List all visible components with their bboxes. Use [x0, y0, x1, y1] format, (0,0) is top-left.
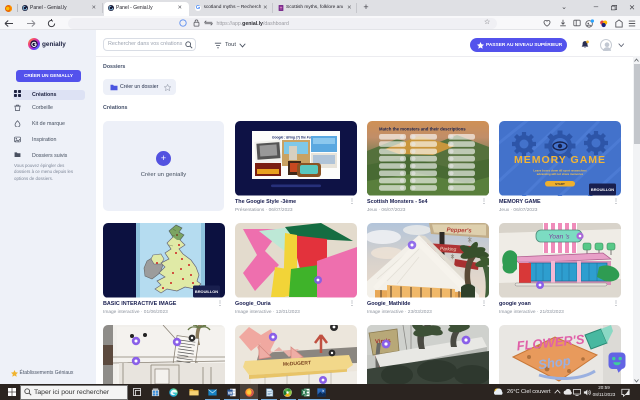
svg-text:X: X	[302, 390, 306, 396]
svg-text:advancing will not share memor: advancing will not share memories	[537, 172, 584, 176]
svg-text:Parking: Parking	[440, 246, 457, 253]
svg-text:W: W	[227, 390, 232, 396]
svg-text:Yoan 's: Yoan 's	[548, 234, 570, 241]
svg-text:Match the monsters and their d: Match the monsters and their description…	[379, 127, 466, 132]
svg-text:BROUILLON: BROUILLON	[195, 289, 218, 294]
svg-text:START: START	[555, 182, 565, 186]
svg-text:Pepper's: Pepper's	[446, 228, 472, 235]
svg-text:BROUILLON: BROUILLON	[591, 187, 614, 192]
svg-text:MEMORY GAME: MEMORY GAME	[514, 154, 606, 166]
